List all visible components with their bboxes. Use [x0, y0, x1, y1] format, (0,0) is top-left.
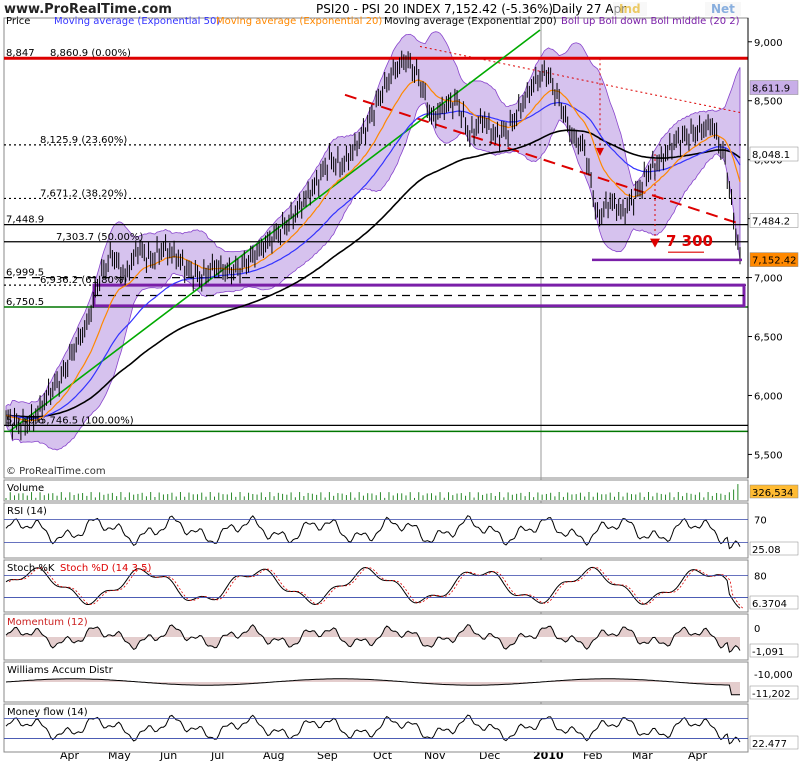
panel-frame — [3, 703, 749, 753]
panel-title: RSI (14) — [7, 506, 47, 517]
left-level-label: 6,999.5 — [6, 268, 44, 279]
price-change: 7,152.42 (-5.36%) — [444, 2, 554, 16]
panel-value-label: -11,202 — [752, 689, 791, 700]
indicator-button[interactable]: Ind — [613, 2, 647, 16]
panel-value-label: 25.08 — [752, 545, 781, 556]
y-tick-label: 6,500 — [754, 333, 783, 344]
panel-subtitle: Stoch %D (14 3 5) — [60, 563, 151, 574]
y-tick-label: 6,000 — [754, 391, 783, 402]
legend-ma50: Moving average (Exponential 50) — [54, 16, 221, 27]
fib-level-label: 8,860.9 (0.00%) — [50, 48, 131, 59]
panel-value-label: 326,534 — [752, 488, 793, 499]
panel-title: Money flow (14) — [7, 707, 88, 718]
y-tick-label: 9,000 — [754, 38, 783, 49]
panel-level-label: -10,000 — [754, 670, 793, 681]
legend-price: Price — [6, 16, 31, 27]
left-level-label: 7,448.9 — [6, 215, 44, 226]
y-axis: 5,5006,0006,5007,0007,5008,0008,5009,000… — [747, 18, 799, 478]
chart-title: PSI20 - PSI 20 INDEX — [316, 2, 441, 16]
legend-ma20: Moving average (Exponential 20) — [216, 16, 383, 27]
panel-value-label: 22.477 — [752, 739, 787, 750]
panel-title: Stoch %K — [7, 563, 55, 574]
left-level-label: 8,847 — [6, 48, 35, 59]
fib-level-label: 7,671.2 (38.20%) — [40, 188, 127, 199]
net-button[interactable]: Net — [705, 2, 741, 16]
y-tick-label: 7,000 — [754, 274, 783, 285]
panel-level-label: 80 — [754, 572, 767, 583]
fib-level-label: 5,746.5 (100.00%) — [40, 415, 134, 426]
fib-level-label: 7,303.7 (50.00%) — [56, 232, 143, 243]
panel-title: Volume — [7, 483, 44, 494]
panel-level-label: 70 — [754, 516, 767, 527]
legend-bollinger: Boll up Boll down Boll middle (20 2) — [561, 16, 740, 27]
panel-title: Momentum (12) — [7, 617, 88, 628]
site-logo: www.ProRealTime.com — [4, 2, 172, 17]
price-tag-label: 8,611.9 — [752, 84, 790, 95]
fib-level-label: 8,125.9 (23.60%) — [40, 135, 127, 146]
panel-frame — [3, 502, 749, 559]
left-level-label: 6,750.5 — [6, 297, 44, 308]
panel-title: Williams Accum Distr — [7, 665, 114, 676]
legend-ma200: Moving average (Exponential 200) — [384, 16, 557, 27]
price-tag-label: 7,484.2 — [752, 216, 790, 227]
stock-chart: 8,860.9 (0.00%) 8,125.9 (23.60%) 7,671.2 (… — [3, 17, 799, 761]
panel-value-label: -1,091 — [752, 647, 784, 658]
target-label: 7 300 — [666, 232, 713, 250]
watermark: © ProRealTime.com — [6, 466, 106, 477]
price-tag-label: 7,152.42 — [752, 256, 797, 267]
y-tick-label: 5,500 — [754, 450, 783, 461]
y-tick-label: 8,500 — [754, 97, 783, 108]
panel-level-label: 0 — [754, 624, 760, 635]
panel-value-label: 6.3704 — [752, 599, 787, 610]
indicator-panels: Volume 326,534 RSI (14) 70 25.08 Stoch %K Stoc… — [3, 479, 799, 753]
price-tag-label: 8,048.1 — [752, 150, 790, 161]
